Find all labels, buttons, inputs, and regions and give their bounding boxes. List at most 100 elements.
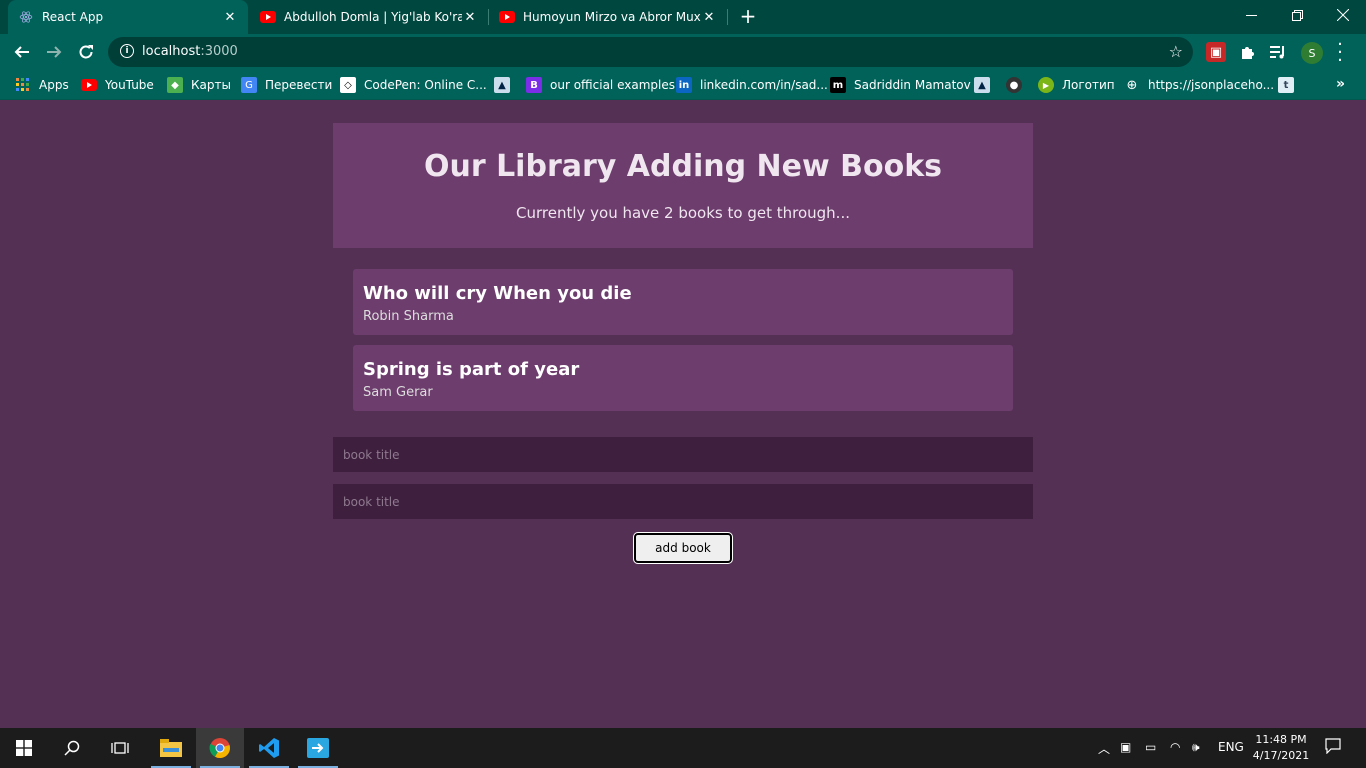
tab-strip: React App ✕ Abdulloh Domla | Yig'lab Ko'… bbox=[0, 0, 1366, 34]
book-item[interactable]: Spring is part of year Sam Gerar bbox=[353, 345, 1013, 411]
bookmark-translate[interactable]: G Перевести bbox=[241, 76, 332, 94]
file-explorer-icon[interactable] bbox=[147, 728, 195, 768]
back-icon[interactable] bbox=[8, 38, 36, 66]
close-tab-icon[interactable]: ✕ bbox=[701, 9, 717, 25]
book-title: Who will cry When you die bbox=[363, 283, 632, 304]
notifications-icon[interactable] bbox=[1325, 738, 1341, 757]
language-indicator[interactable]: ENG bbox=[1218, 740, 1244, 754]
book-author-input[interactable] bbox=[333, 484, 1033, 519]
windows-taskbar: ︿ ▣ ▭ ◠ 🕪 ENG 11:48 PM 4/17/2021 bbox=[0, 728, 1366, 768]
maps-icon: ◆ bbox=[167, 77, 183, 93]
bookmark-unnamed-1[interactable]: ▲ bbox=[494, 76, 518, 94]
tab-youtube-1[interactable]: Abdulloh Domla | Yig'lab Ko'rasiz ✕ bbox=[250, 0, 488, 34]
browser-toolbar: i localhost:3000 ☆ ▣ S · · · bbox=[0, 34, 1366, 70]
book-author: Robin Sharma bbox=[363, 309, 454, 324]
youtube-icon bbox=[81, 77, 97, 93]
bookmark-youtube[interactable]: YouTube bbox=[81, 76, 154, 94]
bookmark-label: Перевести bbox=[265, 78, 333, 92]
react-icon bbox=[18, 9, 34, 25]
new-tab-button[interactable]: + bbox=[737, 4, 759, 28]
bookmark-github[interactable]: ● bbox=[1006, 76, 1030, 94]
graduation-cap-icon: ▲ bbox=[494, 77, 510, 93]
bookmarks-bar: Apps YouTube ◆ Карты G Перевести ◇ CodeP… bbox=[0, 70, 1366, 100]
book-title-input[interactable] bbox=[333, 437, 1033, 472]
book-count-text: Currently you have 2 books to get throug… bbox=[516, 204, 850, 222]
youtube-icon bbox=[260, 9, 276, 25]
bookmark-label: Логотип bbox=[1062, 78, 1115, 92]
bookmark-label: CodePen: Online C... bbox=[364, 78, 487, 92]
page-content: Our Library Adding New Books Currently y… bbox=[0, 101, 1366, 728]
tab-react-app[interactable]: React App ✕ bbox=[8, 0, 248, 34]
tab-separator bbox=[727, 9, 728, 25]
bookmark-bootstrap[interactable]: B our official examples bbox=[526, 76, 675, 94]
restore-icon[interactable] bbox=[1274, 0, 1320, 30]
close-tab-icon[interactable]: ✕ bbox=[462, 9, 478, 25]
profile-avatar[interactable]: S bbox=[1301, 42, 1323, 64]
windows-start-icon[interactable] bbox=[0, 728, 48, 768]
tray-battery-icon[interactable]: ▭ bbox=[1145, 740, 1156, 754]
reload-icon[interactable] bbox=[72, 38, 100, 66]
tray-monitor-icon[interactable]: ▣ bbox=[1120, 740, 1131, 754]
bootstrap-icon: B bbox=[526, 77, 542, 93]
bookmark-unnamed-2[interactable]: ▲ bbox=[974, 76, 998, 94]
graduation-cap-icon: ▲ bbox=[974, 77, 990, 93]
book-item[interactable]: Who will cry When you die Robin Sharma bbox=[353, 269, 1013, 335]
search-icon[interactable] bbox=[48, 728, 96, 768]
bookmark-star-icon[interactable]: ☆ bbox=[1169, 42, 1183, 61]
close-tab-icon[interactable]: ✕ bbox=[222, 9, 238, 25]
bookmark-label: linkedin.com/in/sad... bbox=[700, 78, 828, 92]
codepen-icon: ◇ bbox=[340, 77, 356, 93]
bookmark-logotip[interactable]: ▶ Логотип bbox=[1038, 76, 1115, 94]
bookmark-codepen[interactable]: ◇ CodePen: Online C... bbox=[340, 76, 487, 94]
play-circle-icon: ▶ bbox=[1038, 77, 1054, 93]
bookmark-linkedin[interactable]: in linkedin.com/in/sad... bbox=[676, 76, 828, 94]
clock-time: 11:48 PM bbox=[1255, 733, 1307, 746]
tab-title: React App bbox=[42, 10, 104, 24]
tray-volume-icon[interactable]: 🕪 bbox=[1192, 740, 1200, 755]
bookmark-maps[interactable]: ◆ Карты bbox=[167, 76, 231, 94]
add-book-button[interactable]: add book bbox=[633, 532, 733, 564]
tab-title: Abdulloh Domla | Yig'lab Ko'rasiz bbox=[284, 10, 462, 24]
kebab-menu-icon[interactable]: · · · bbox=[1334, 36, 1346, 70]
tab-youtube-2[interactable]: Humoyun Mirzo va Abror Muxtor ✕ bbox=[489, 0, 727, 34]
clock-date: 4/17/2021 bbox=[1252, 749, 1310, 762]
media-queue-icon[interactable] bbox=[1268, 42, 1288, 62]
tab-title: Humoyun Mirzo va Abror Muxtor bbox=[523, 10, 701, 24]
page-title: Our Library Adding New Books bbox=[423, 149, 943, 184]
extension-red-icon[interactable]: ▣ bbox=[1206, 42, 1226, 62]
url-text: localhost:3000 bbox=[142, 44, 238, 59]
globe-icon: ⊕ bbox=[1126, 77, 1138, 93]
bookmark-medium[interactable]: m Sadriddin Mamatov bbox=[830, 76, 971, 94]
site-info-icon[interactable]: i bbox=[120, 44, 134, 58]
app-arrow-icon[interactable] bbox=[294, 728, 342, 768]
bookmark-label: Карты bbox=[191, 78, 231, 92]
book-title: Spring is part of year bbox=[363, 359, 580, 380]
bookmark-label: YouTube bbox=[105, 78, 154, 92]
system-clock[interactable]: 11:48 PM 4/17/2021 bbox=[1252, 732, 1310, 764]
minimize-icon[interactable] bbox=[1228, 0, 1274, 30]
apps-grid-icon bbox=[15, 77, 31, 93]
chrome-icon[interactable] bbox=[196, 728, 244, 768]
bookmarks-overflow-button[interactable]: » bbox=[1336, 76, 1345, 92]
forward-icon[interactable] bbox=[40, 38, 68, 66]
close-window-icon[interactable] bbox=[1320, 0, 1366, 30]
task-view-icon[interactable] bbox=[96, 728, 144, 768]
tray-chevron-up-icon[interactable]: ︿ bbox=[1098, 740, 1110, 757]
library-header: Our Library Adding New Books Currently y… bbox=[333, 123, 1033, 248]
youtube-icon bbox=[499, 9, 515, 25]
tray-wifi-icon[interactable]: ◠ bbox=[1170, 740, 1180, 754]
vscode-icon[interactable] bbox=[245, 728, 293, 768]
bookmark-label: our official examples bbox=[550, 78, 675, 92]
github-icon: ● bbox=[1006, 77, 1022, 93]
bookmark-apps[interactable]: Apps bbox=[15, 76, 69, 94]
address-bar[interactable]: i localhost:3000 ☆ bbox=[108, 37, 1193, 67]
bookmark-jsonplaceholder[interactable]: ⊕ https://jsonplaceho... bbox=[1124, 76, 1274, 94]
bookmark-tumblr[interactable]: t bbox=[1278, 76, 1302, 94]
extensions-puzzle-icon[interactable] bbox=[1237, 42, 1257, 62]
linkedin-icon: in bbox=[676, 77, 692, 93]
bookmark-label: Apps bbox=[39, 78, 69, 92]
book-author: Sam Gerar bbox=[363, 385, 433, 400]
medium-icon: m bbox=[830, 77, 846, 93]
translate-icon: G bbox=[241, 77, 257, 93]
bookmark-label: Sadriddin Mamatov bbox=[854, 78, 971, 92]
